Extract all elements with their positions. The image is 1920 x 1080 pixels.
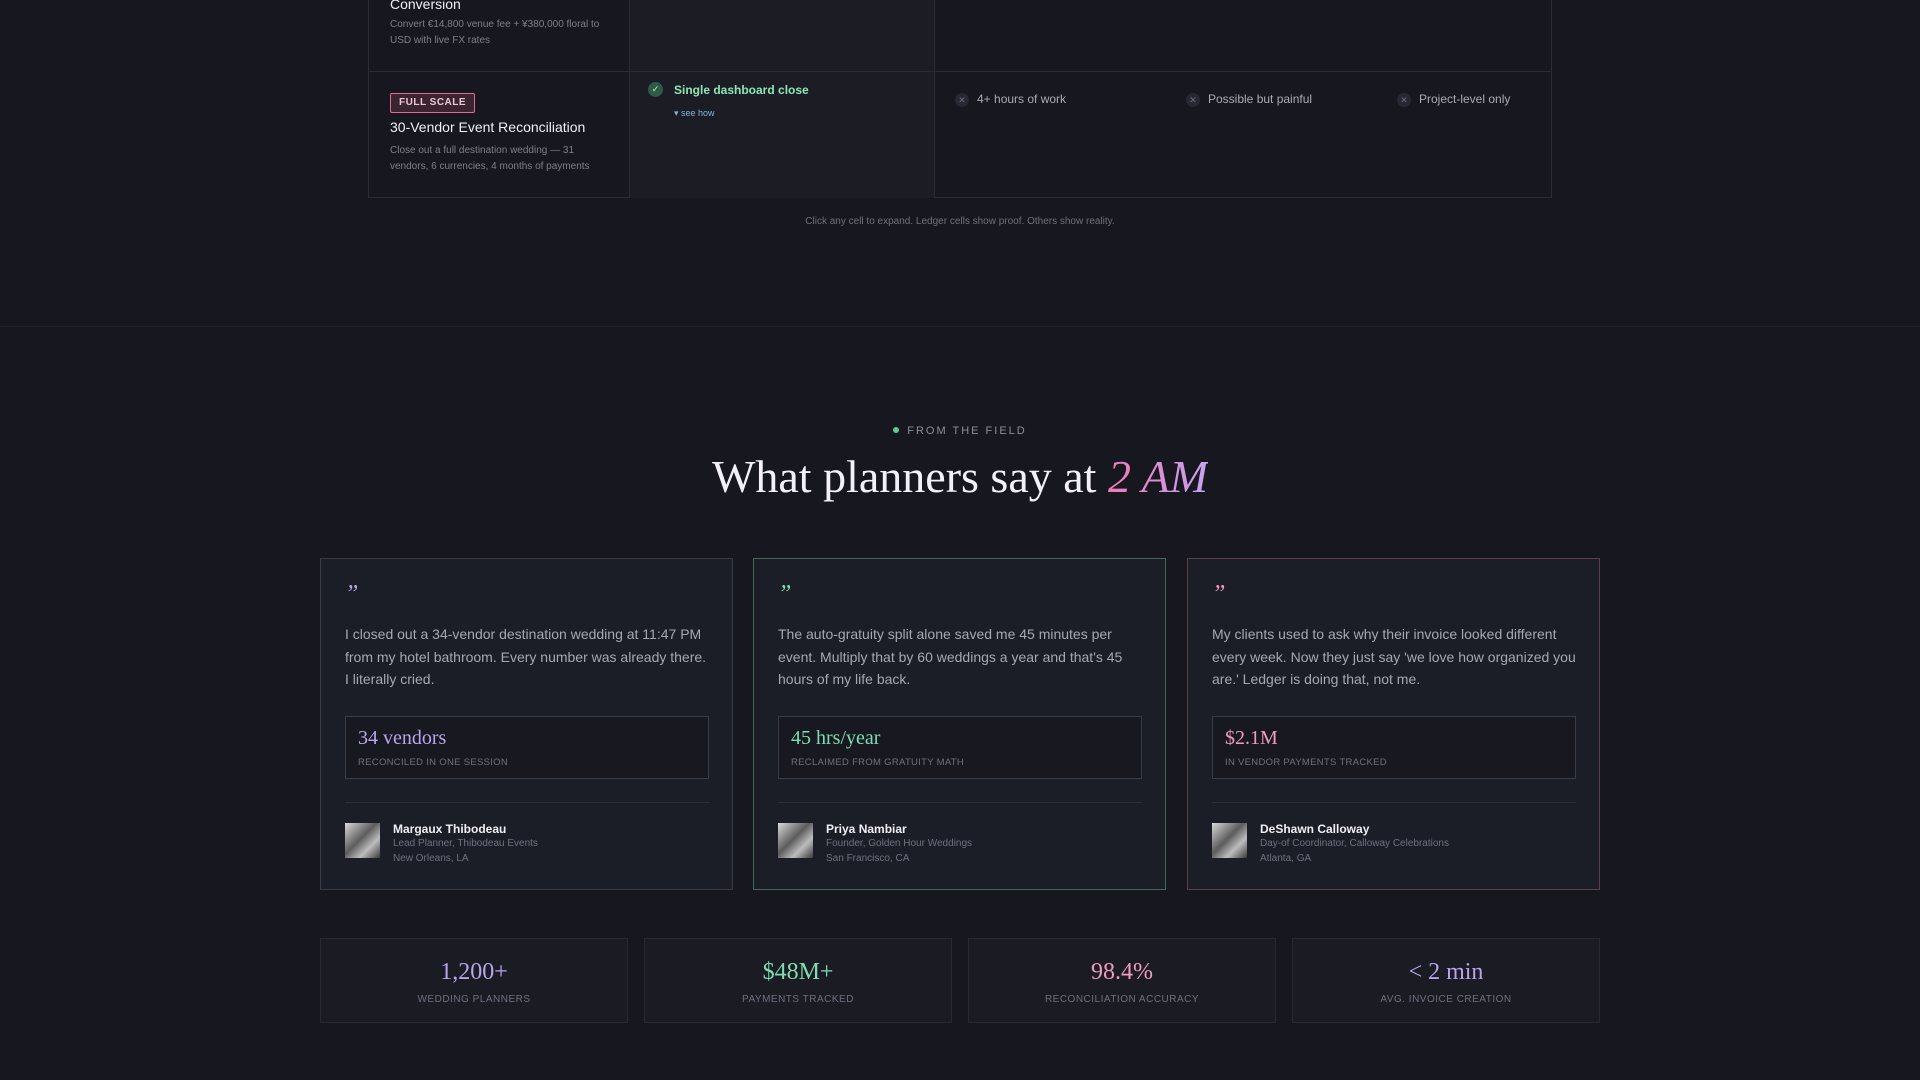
metric-label: IN VENDOR PAYMENTS TRACKED xyxy=(1225,757,1387,768)
competitor-value: Possible but painful xyxy=(1208,92,1313,106)
competitor-value: 4+ hours of work xyxy=(977,92,1067,106)
stat-card: $48M+ PAYMENTS TRACKED xyxy=(644,938,952,1023)
testimonial-quote: My clients used to ask why their invoice… xyxy=(1212,626,1576,687)
comparison-row-conversion[interactable]: Conversion Convert €14,800 venue fee + ¥… xyxy=(369,0,1551,72)
quote-icon: ” xyxy=(345,581,359,607)
stat-label: RECONCILIATION ACCURACY xyxy=(1044,994,1200,1005)
check-icon: ✓ xyxy=(648,82,663,97)
testimonial-metric: 34 vendors RECONCILED IN ONE SESSION xyxy=(345,716,709,779)
metric-label: RECLAIMED FROM GRATUITY MATH xyxy=(791,757,965,768)
feature-description: Convert €14,800 venue fee + ¥380,000 flo… xyxy=(390,19,600,46)
x-icon: ✕ xyxy=(955,92,969,107)
author-role: Lead Planner, Thibodeau Events xyxy=(393,838,538,849)
x-icon: ✕ xyxy=(1186,92,1200,107)
eyebrow-text: FROM THE FIELD xyxy=(907,425,1027,437)
metric-label: RECONCILED IN ONE SESSION xyxy=(358,757,509,768)
ledger-cell[interactable] xyxy=(630,0,935,71)
card-divider xyxy=(778,802,1142,803)
testimonial-card: ” My clients used to ask why their invoi… xyxy=(1187,558,1600,890)
stat-value: $48M+ xyxy=(762,959,834,985)
section-eyebrow: FROM THE FIELD xyxy=(0,425,1920,437)
stat-card: < 2 min AVG. INVOICE CREATION xyxy=(1292,938,1600,1023)
see-how-link[interactable]: ▾ see how xyxy=(674,108,715,119)
comparison-note: Click any cell to expand. Ledger cells s… xyxy=(805,216,1115,227)
feature-cell[interactable]: FULL SCALE 30-Vendor Event Reconciliatio… xyxy=(369,72,630,198)
stat-card: 98.4% RECONCILIATION ACCURACY xyxy=(968,938,1276,1023)
status-dot-icon xyxy=(893,427,900,434)
stat-label: WEDDING PLANNERS xyxy=(417,994,531,1005)
avatar xyxy=(778,823,813,858)
author-role: Day-of Coordinator, Calloway Celebration… xyxy=(1260,838,1449,849)
author-location: Atlanta, GA xyxy=(1260,853,1312,864)
feature-title: 30-Vendor Event Reconciliation xyxy=(390,119,586,135)
author-name: Priya Nambiar xyxy=(826,822,907,836)
feature-title: Conversion xyxy=(390,0,461,12)
author-role: Founder, Golden Hour Weddings xyxy=(826,838,973,849)
metric-value: $2.1M xyxy=(1225,727,1278,749)
stat-label: AVG. INVOICE CREATION xyxy=(1380,994,1512,1005)
author-location: New Orleans, LA xyxy=(393,853,469,864)
testimonial-card: ” The auto-gratuity split alone saved me… xyxy=(753,558,1166,890)
heading-text: What planners say at xyxy=(711,451,1097,502)
competitor-cell-1[interactable]: ✕ 4+ hours of work xyxy=(955,92,1066,107)
full-scale-badge: FULL SCALE xyxy=(390,93,476,113)
metric-value: 45 hrs/year xyxy=(791,727,881,749)
stat-label: PAYMENTS TRACKED xyxy=(742,994,854,1005)
stat-value: < 2 min xyxy=(1408,959,1484,985)
testimonial-card: ” I closed out a 34-vendor destination w… xyxy=(320,558,733,890)
section-divider xyxy=(0,326,1920,327)
author-name: DeShawn Calloway xyxy=(1260,822,1370,836)
card-divider xyxy=(1212,802,1576,803)
feature-cell[interactable]: Conversion Convert €14,800 venue fee + ¥… xyxy=(369,0,630,71)
competitor-cell-3[interactable]: ✕ Project-level only xyxy=(1397,92,1510,107)
competitor-cell-2[interactable]: ✕ Possible but painful xyxy=(1186,92,1312,107)
ledger-claim: Single dashboard close xyxy=(674,83,809,97)
card-divider xyxy=(345,802,709,803)
testimonial-quote: I closed out a 34-vendor destination wed… xyxy=(345,626,707,687)
section-heading: What planners say at 2 AM xyxy=(0,450,1920,503)
avatar xyxy=(1212,823,1247,858)
comparison-row-full-scale[interactable]: FULL SCALE 30-Vendor Event Reconciliatio… xyxy=(369,72,1551,198)
heading-accent: 2 AM xyxy=(1107,451,1209,502)
testimonial-metric: 45 hrs/year RECLAIMED FROM GRATUITY MATH xyxy=(778,716,1142,779)
stat-value: 98.4% xyxy=(1091,959,1153,985)
x-icon: ✕ xyxy=(1397,92,1411,107)
stat-card: 1,200+ WEDDING PLANNERS xyxy=(320,938,628,1023)
metric-value: 34 vendors xyxy=(358,727,447,749)
quote-icon: ” xyxy=(778,581,792,607)
ledger-cell[interactable]: ✓ Single dashboard close ▾ see how xyxy=(630,72,935,198)
feature-description: Close out a full destination wedding — 3… xyxy=(390,145,590,172)
quote-icon: ” xyxy=(1212,581,1226,607)
competitor-value: Project-level only xyxy=(1419,92,1511,106)
testimonial-metric: $2.1M IN VENDOR PAYMENTS TRACKED xyxy=(1212,716,1576,779)
avatar xyxy=(345,823,380,858)
testimonial-quote: The auto-gratuity split alone saved me 4… xyxy=(778,626,1123,687)
author-location: San Francisco, CA xyxy=(826,853,910,864)
stat-value: 1,200+ xyxy=(440,959,508,985)
author-name: Margaux Thibodeau xyxy=(393,822,507,836)
